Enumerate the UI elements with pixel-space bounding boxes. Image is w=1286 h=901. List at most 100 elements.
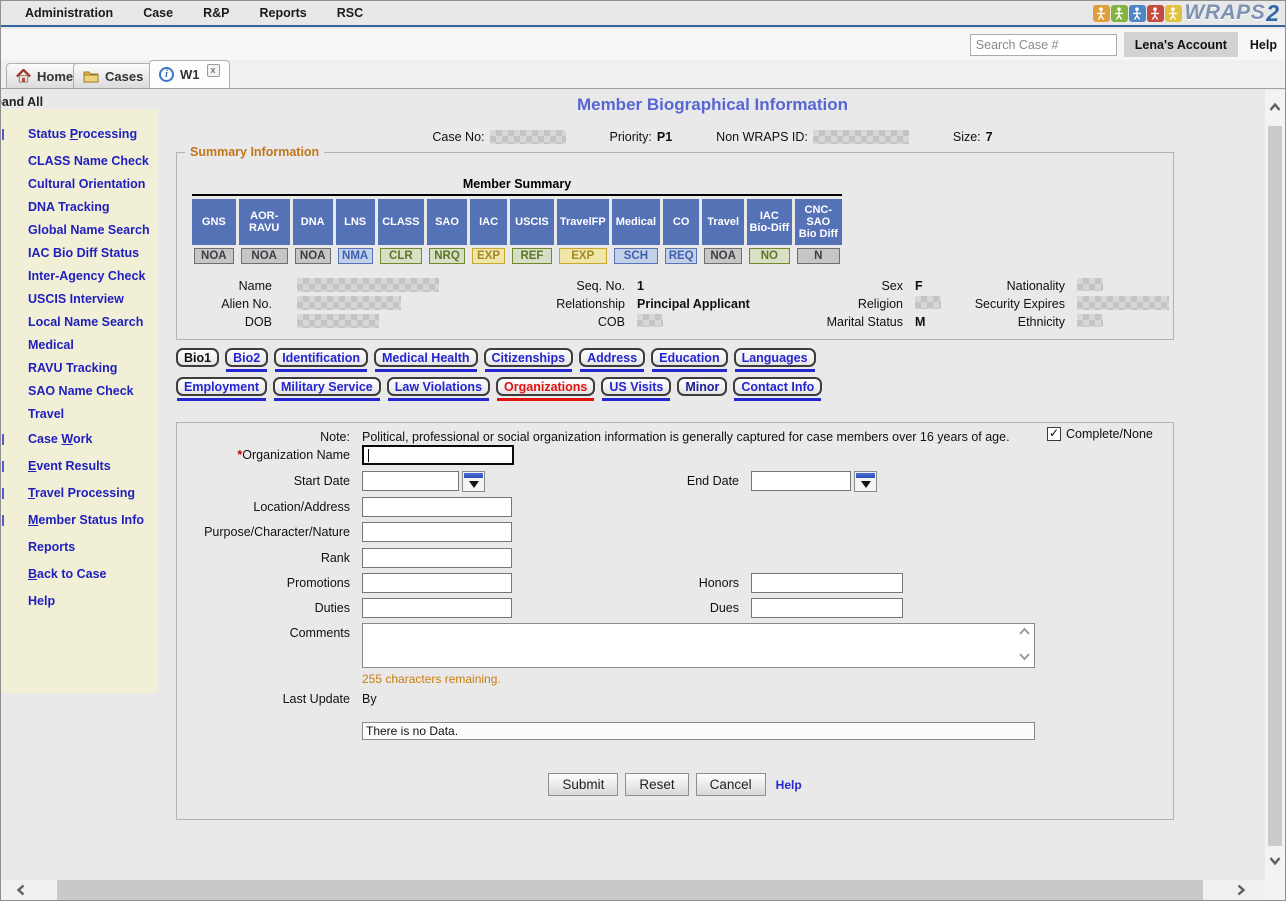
scrollbar-left-icon[interactable]	[15, 883, 27, 901]
sidebar-item-ravu-tracking[interactable]: RAVU Tracking	[28, 362, 154, 375]
tab-address[interactable]: Address	[579, 348, 645, 367]
close-tab-icon[interactable]: x	[207, 64, 220, 77]
sidebar-item-iac-bio-diff-status[interactable]: IAC Bio Diff Status	[28, 247, 154, 260]
tab-bio2[interactable]: Bio2	[225, 348, 268, 367]
sidebar-item-class-name-check[interactable]: CLASS Name Check	[28, 155, 154, 168]
sidebar-item-help[interactable]: Help	[28, 595, 154, 608]
tab-employment[interactable]: Employment	[176, 377, 267, 396]
horizontal-scrollbar[interactable]	[1, 880, 1265, 900]
horizontal-scrollbar-thumb[interactable]	[57, 880, 1203, 900]
dates-row: Start Date End Date	[177, 471, 1173, 492]
reset-button[interactable]: Reset	[625, 773, 688, 796]
start-date-input[interactable]	[362, 471, 459, 491]
sidebar-item-uscis-interview[interactable]: USCIS Interview	[28, 293, 154, 306]
cob-label: COB	[507, 315, 625, 329]
tab-organizations-active[interactable]: Organizations	[496, 377, 595, 396]
tab-home[interactable]: Home	[6, 63, 83, 88]
tab-minor[interactable]: Minor	[677, 377, 727, 396]
organization-name-input[interactable]	[362, 445, 514, 465]
promotions-input[interactable]	[362, 573, 512, 593]
redacted-name	[272, 278, 507, 295]
end-date-calendar-icon[interactable]	[854, 471, 877, 492]
summary-column: MedicalSCH	[612, 199, 660, 264]
redacted-dob	[272, 314, 507, 331]
wraps-window: Administration Case R&P Reports RSC WRAP…	[0, 0, 1286, 901]
sidebar-item-event-results[interactable]: Event Results	[28, 460, 154, 473]
scroll-down-icon[interactable]	[1018, 651, 1031, 665]
tab-education[interactable]: Education	[651, 348, 727, 367]
menu-case[interactable]: Case	[143, 6, 173, 20]
sidebar-item-medical[interactable]: Medical	[28, 339, 154, 352]
cancel-button[interactable]: Cancel	[696, 773, 766, 796]
tab-law-violations[interactable]: Law Violations	[387, 377, 490, 396]
menu-reports[interactable]: Reports	[260, 6, 307, 20]
sidebar-item-reports[interactable]: Reports	[28, 541, 154, 554]
form-help-link[interactable]: Help	[776, 778, 802, 792]
end-date-input[interactable]	[751, 471, 851, 491]
sidebar-item-travel-processing[interactable]: Travel Processing	[28, 487, 154, 500]
help-menu[interactable]: Help	[1250, 38, 1277, 52]
tab-us-visits[interactable]: US Visits	[601, 377, 671, 396]
sidebar-item-sao-name-check[interactable]: SAO Name Check	[28, 385, 154, 398]
tab-medical-health[interactable]: Medical Health	[374, 348, 478, 367]
summary-legend: Summary Information	[185, 145, 324, 159]
dob-label: DOB	[192, 315, 272, 329]
priority-value: P1	[657, 130, 672, 144]
duties-input[interactable]	[362, 598, 512, 618]
tab-citizenships[interactable]: Citizenships	[484, 348, 574, 367]
scrollbar-down-icon[interactable]	[1268, 854, 1282, 872]
summary-column: AOR-RAVUNOA	[239, 199, 290, 264]
complete-none-field: ✓ Complete/None	[1047, 427, 1153, 441]
location-input[interactable]	[362, 497, 512, 517]
sidebar-item-dna-tracking[interactable]: DNA Tracking	[28, 201, 154, 214]
sidebar-item-local-name-search[interactable]: Local Name Search	[28, 316, 154, 329]
tab-identification[interactable]: Identification	[274, 348, 368, 367]
search-case-input[interactable]	[970, 34, 1117, 56]
tab-military-service[interactable]: Military Service	[273, 377, 381, 396]
sidebar-item-status-processing[interactable]: Status Processing	[28, 128, 154, 141]
submit-button[interactable]: Submit	[548, 773, 618, 796]
rank-input[interactable]	[362, 548, 512, 568]
priority-label: Priority:	[610, 130, 652, 144]
expand-all-link[interactable]: Expand All	[1, 95, 43, 109]
marital-status-label: Marital Status	[785, 315, 903, 329]
scroll-up-icon[interactable]	[1018, 626, 1031, 640]
dues-input[interactable]	[751, 598, 903, 618]
sidebar-item-member-status-info[interactable]: Member Status Info	[28, 514, 154, 527]
vertical-scrollbar[interactable]	[1265, 90, 1285, 880]
start-date-calendar-icon[interactable]	[462, 471, 485, 492]
scrollbar-right-icon[interactable]	[1235, 883, 1247, 901]
menu-administration[interactable]: Administration	[25, 6, 113, 20]
sidebar-item-global-name-search[interactable]: Global Name Search	[28, 224, 154, 237]
logo-figure-icon	[1111, 5, 1128, 22]
menu-rp[interactable]: R&P	[203, 6, 229, 20]
sidebar-item-travel[interactable]: Travel	[28, 408, 154, 421]
tab-label: Home	[37, 69, 73, 84]
menu-rsc[interactable]: RSC	[337, 6, 363, 20]
size-label: Size:	[953, 130, 981, 144]
comments-textarea-input[interactable]	[363, 624, 1034, 667]
case-no-label: Case No:	[432, 130, 484, 144]
tab-w1[interactable]: i W1 x	[149, 60, 230, 88]
summary-column: USCISREF	[510, 199, 554, 264]
tab-bio1[interactable]: Bio1	[176, 348, 219, 367]
honors-input[interactable]	[751, 573, 903, 593]
sidebar-item-inter-agency-check[interactable]: Inter-Agency Check	[28, 270, 154, 283]
comments-textarea[interactable]	[362, 623, 1035, 668]
tab-contact-info[interactable]: Contact Info	[733, 377, 822, 396]
complete-none-checkbox[interactable]: ✓	[1047, 427, 1061, 441]
duties-row: Duties Dues	[177, 598, 1173, 618]
sidebar-item-case-work[interactable]: Case Work	[28, 433, 154, 446]
summary-column: IAC Bio-DiffNO	[747, 199, 792, 264]
duties-label: Duties	[177, 598, 350, 615]
vertical-scrollbar-thumb[interactable]	[1268, 126, 1282, 846]
location-label: Location/Address	[177, 497, 350, 514]
tab-languages[interactable]: Languages	[734, 348, 816, 367]
sidebar-item-cultural-orientation[interactable]: Cultural Orientation	[28, 178, 154, 191]
religion-label: Religion	[785, 297, 903, 311]
purpose-input[interactable]	[362, 522, 512, 542]
account-button[interactable]: Lena's Account	[1124, 32, 1238, 57]
last-update-row: Last Update By	[177, 689, 1173, 706]
sidebar-item-back-to-case[interactable]: Back to Case	[28, 568, 154, 581]
scrollbar-up-icon[interactable]	[1268, 100, 1282, 118]
